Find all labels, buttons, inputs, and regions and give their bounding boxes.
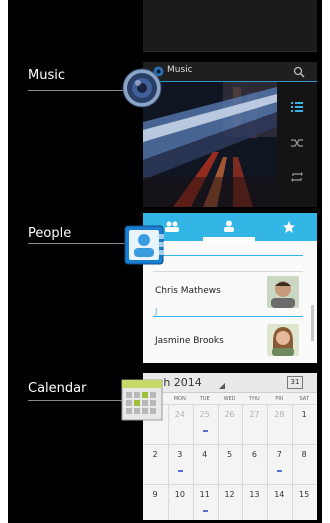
calendar-day[interactable]: 12 (219, 490, 241, 499)
calendar-label[interactable]: Calendar (28, 381, 86, 396)
section-divider (153, 316, 303, 317)
calendar-day[interactable]: 6 (243, 450, 265, 459)
calendar-day[interactable]: 24 (169, 410, 191, 419)
grid-line (143, 444, 317, 445)
weekday-label: THU (249, 396, 260, 402)
contact-name: Jasmine Brooks (155, 336, 224, 346)
repeat-icon[interactable] (291, 172, 303, 182)
contacts-icon (124, 225, 164, 265)
calendar-day[interactable]: 3 (169, 450, 191, 459)
section-divider (153, 255, 303, 256)
album-art (143, 82, 277, 207)
groups-icon[interactable] (165, 221, 179, 233)
calendar-day[interactable]: 27 (243, 410, 265, 419)
event-marker (202, 430, 208, 432)
contact-row[interactable]: Chris Mathews (143, 274, 317, 312)
row-divider (153, 271, 303, 272)
calendar-day[interactable]: 26 (219, 410, 241, 419)
grid-line (143, 484, 317, 485)
grid-line (192, 404, 194, 520)
music-toolbar: Music (143, 62, 317, 82)
people-tab-bar (143, 213, 317, 241)
weekday-label: SAT (299, 396, 309, 402)
calendar-day[interactable]: 1 (293, 410, 315, 419)
star-icon[interactable] (283, 221, 295, 233)
person-icon[interactable] (223, 220, 235, 232)
event-marker (277, 470, 283, 472)
speaker-icon (122, 68, 162, 108)
grid-line (217, 404, 219, 520)
calendar-day[interactable]: 11 (194, 490, 216, 499)
calendar-day[interactable]: 8 (293, 450, 315, 459)
calendar-day[interactable]: 15 (293, 490, 315, 499)
dropdown-corner-icon[interactable] (219, 383, 225, 389)
music-toolbar-title: Music (167, 65, 193, 75)
calendar-day[interactable]: 9 (144, 490, 166, 499)
music-label-divider (28, 90, 126, 91)
people-label[interactable]: People (28, 226, 71, 241)
calendar-day[interactable]: 13 (243, 490, 265, 499)
today-button[interactable]: 31 (287, 376, 303, 389)
list-icon[interactable] (291, 102, 303, 112)
calendar-day[interactable]: 2 (144, 450, 166, 459)
search-icon[interactable] (293, 66, 305, 78)
recent-app-thumbnail-top[interactable] (143, 0, 317, 52)
selected-tab-indicator (203, 237, 255, 241)
music-thumbnail[interactable]: Music (143, 62, 317, 207)
shuffle-icon[interactable] (291, 138, 303, 148)
album-art-image (143, 82, 277, 207)
calendar-day[interactable]: 4 (194, 450, 216, 459)
calendar-day[interactable]: 5 (219, 450, 241, 459)
section-letter: J (155, 307, 158, 316)
calendar-day[interactable]: 28 (268, 410, 290, 419)
calendar-day[interactable]: 14 (268, 490, 290, 499)
people-label-divider (28, 243, 126, 244)
grid-line (292, 404, 294, 520)
calendar-icon (121, 379, 163, 421)
scrollbar[interactable] (311, 305, 314, 341)
calendar-day[interactable]: 7 (268, 450, 290, 459)
grid-line (242, 404, 244, 520)
weekday-label: WED (223, 396, 236, 402)
music-label[interactable]: Music (28, 68, 65, 83)
man-avatar (267, 276, 299, 308)
event-marker (177, 470, 183, 472)
calendar-day[interactable]: 25 (194, 410, 216, 419)
weekday-label: TUE (199, 396, 210, 402)
calendar-label-divider (28, 400, 126, 401)
weekday-label: FRI (275, 396, 284, 402)
contact-name: Chris Mathews (155, 286, 221, 296)
recent-apps-screen: Music Music People Chris Mathews J Jasmi… (8, 0, 322, 523)
calendar-day[interactable]: 10 (169, 490, 191, 499)
people-thumbnail[interactable]: Chris Mathews J Jasmine Brooks (143, 213, 317, 363)
weekday-label: MON (173, 396, 186, 402)
music-controls-panel (277, 82, 317, 207)
woman-avatar (267, 324, 299, 356)
grid-line (267, 404, 269, 520)
contact-row[interactable]: Jasmine Brooks (143, 322, 317, 360)
event-marker (202, 510, 208, 512)
